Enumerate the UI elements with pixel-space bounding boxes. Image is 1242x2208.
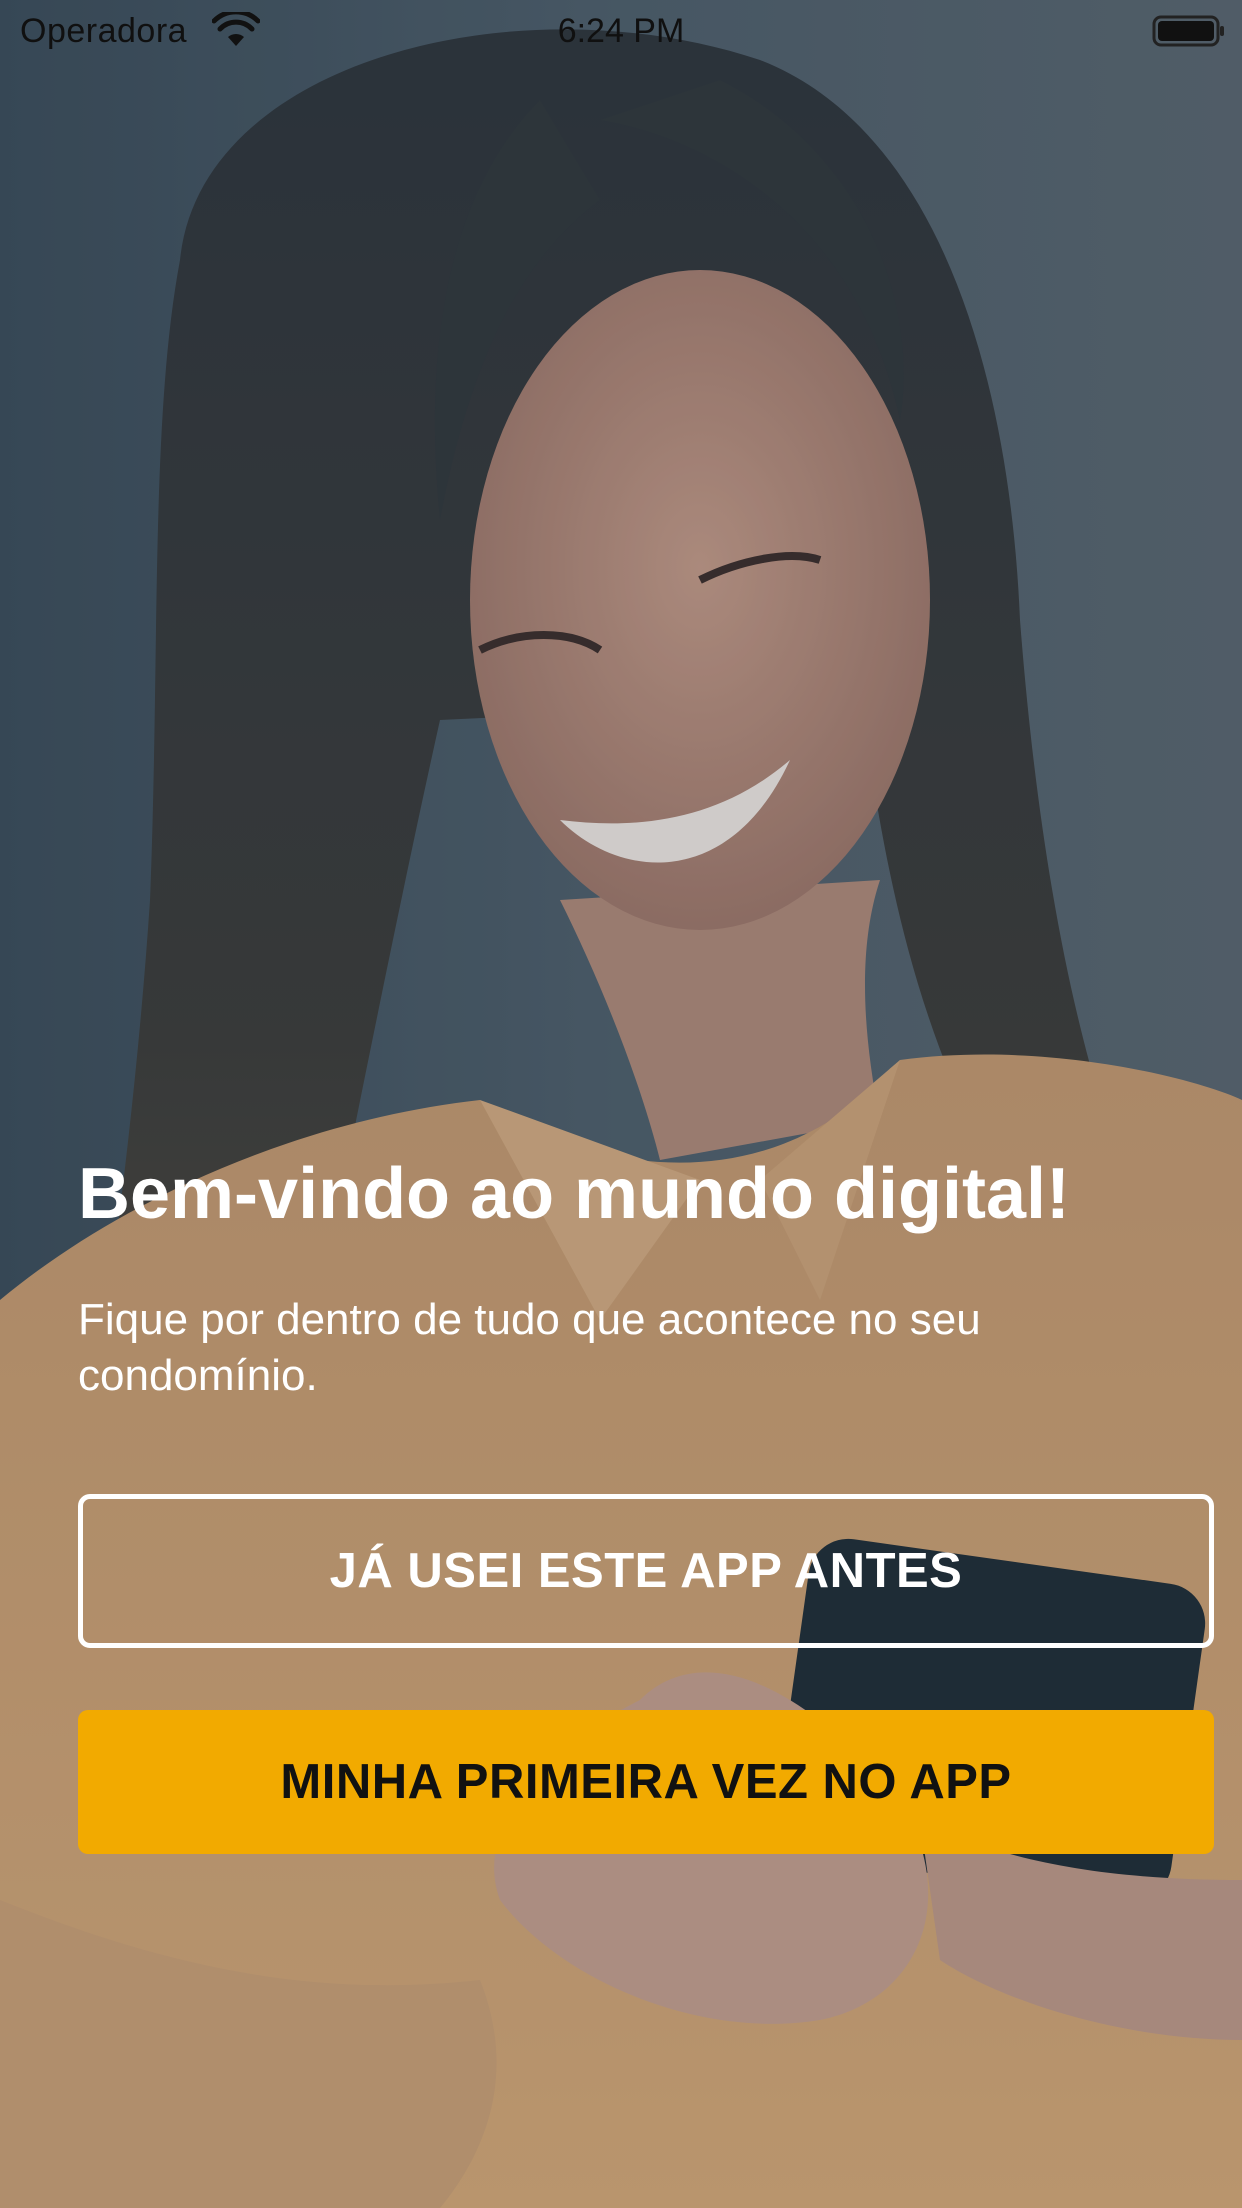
welcome-title: Bem-vindo ao mundo digital!: [78, 1154, 1070, 1234]
returning-user-button-label: JÁ USEI ESTE APP ANTES: [329, 1544, 963, 1598]
welcome-screen: Operadora 6:24 PM Bem-vindo ao mundo dig…: [0, 0, 1242, 2208]
first-time-button[interactable]: MINHA PRIMEIRA VEZ NO APP: [78, 1710, 1214, 1854]
status-bar: Operadora 6:24 PM: [0, 0, 1242, 62]
first-time-button-label: MINHA PRIMEIRA VEZ NO APP: [280, 1755, 1012, 1809]
battery-icon: [1152, 15, 1224, 47]
returning-user-button[interactable]: JÁ USEI ESTE APP ANTES: [78, 1494, 1214, 1648]
background-dim-overlay: [0, 0, 1242, 2208]
clock: 6:24 PM: [557, 12, 685, 50]
welcome-subtitle: Fique por dentro de tudo que acontece no…: [78, 1295, 981, 1400]
